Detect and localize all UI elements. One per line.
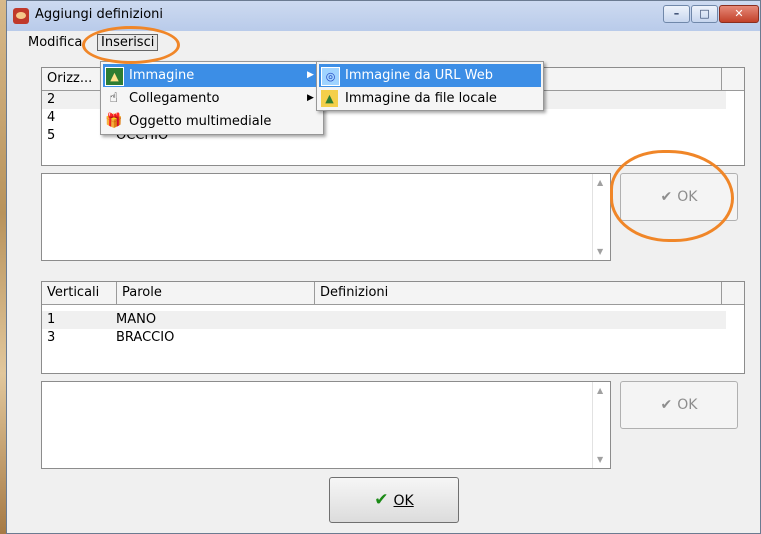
minimize-icon: – (673, 7, 680, 20)
immagine-submenu: ◎ Immagine da URL Web ▲ Immagine da file… (316, 61, 544, 111)
minimize-button[interactable]: – (663, 5, 690, 23)
column-header-end (722, 68, 744, 90)
row-number: 4 (47, 110, 56, 125)
submenu-arrow-icon: ▶ (307, 70, 314, 80)
scroll-up-icon[interactable]: ▲ (597, 178, 603, 187)
web-image-icon: ◎ (321, 67, 340, 86)
column-header-definizioni[interactable]: Definizioni (315, 282, 722, 304)
menu-item-collegamento[interactable]: ☝ Collegamento ▶ (103, 87, 321, 110)
menu-item-label: Collegamento (129, 91, 220, 106)
check-icon: ✔ (660, 397, 673, 413)
scroll-up-icon[interactable]: ▲ (597, 386, 603, 395)
column-header-parole[interactable]: Parole (117, 282, 315, 304)
menu-item-immagine-url[interactable]: ◎ Immagine da URL Web (319, 64, 541, 87)
menu-item-label: Immagine da file locale (345, 91, 497, 106)
verticali-header: Verticali Parole Definizioni (42, 282, 744, 305)
menu-item-label: Immagine da URL Web (345, 68, 493, 83)
definition-input-verticali[interactable]: ▲ ▼ (41, 381, 611, 469)
row-number: 3 (47, 330, 56, 345)
menu-item-label: Oggetto multimediale (129, 114, 272, 129)
dialog-window: Aggiungi definizioni – □ ✕ Modifica Inse… (6, 0, 761, 534)
check-icon: ✔ (374, 490, 389, 510)
ok-label: OK (677, 397, 698, 413)
column-header-end (722, 282, 744, 304)
menu-item-immagine-file[interactable]: ▲ Immagine da file locale (319, 87, 541, 110)
ok-main-button[interactable]: ✔ OK (329, 477, 459, 523)
vertical-scrollbar[interactable]: ▲ ▼ (592, 174, 610, 260)
menu-modifica[interactable]: Modifica (28, 35, 82, 50)
annotation-circle (82, 26, 180, 64)
scroll-down-icon[interactable]: ▼ (597, 455, 603, 464)
folder-image-icon: ▲ (321, 90, 338, 107)
hand-pointer-icon: ☝ (109, 90, 118, 106)
menu-item-oggetto-multimediale[interactable]: 🎁 Oggetto multimediale (103, 110, 321, 133)
ok-button-verticali[interactable]: ✔ OK (620, 381, 738, 429)
image-icon: ▲ (105, 67, 124, 86)
annotation-circle (610, 150, 734, 242)
close-button[interactable]: ✕ (719, 5, 759, 23)
inserisci-menu: ▲ Immagine ▶ ☝ Collegamento ▶ 🎁 Oggetto … (100, 61, 324, 135)
ok-label: OK (393, 493, 414, 509)
menu-item-label: Immagine (129, 68, 195, 83)
definition-input-orizzontali[interactable]: ▲ ▼ (41, 173, 611, 261)
submenu-arrow-icon: ▶ (307, 93, 314, 103)
table-row[interactable]: 1 MANO (42, 311, 726, 329)
app-icon (13, 8, 29, 24)
menu-item-immagine[interactable]: ▲ Immagine ▶ (103, 64, 321, 87)
row-number: 2 (47, 92, 56, 107)
row-number: 5 (47, 128, 56, 143)
row-word: BRACCIO (116, 330, 175, 345)
close-icon: ✕ (734, 7, 744, 20)
vertical-scrollbar[interactable]: ▲ ▼ (592, 382, 610, 468)
verticali-grid[interactable]: Verticali Parole Definizioni 1 MANO 3 BR… (41, 281, 745, 374)
window-title: Aggiungi definizioni (35, 7, 164, 22)
row-number: 1 (47, 312, 56, 327)
column-header-verticali[interactable]: Verticali (42, 282, 117, 304)
scroll-down-icon[interactable]: ▼ (597, 247, 603, 256)
maximize-icon: □ (699, 7, 710, 20)
row-word: MANO (116, 312, 157, 327)
gift-icon: 🎁 (105, 113, 123, 129)
table-row[interactable]: 3 BRACCIO (42, 329, 726, 347)
maximize-button[interactable]: □ (691, 5, 718, 23)
